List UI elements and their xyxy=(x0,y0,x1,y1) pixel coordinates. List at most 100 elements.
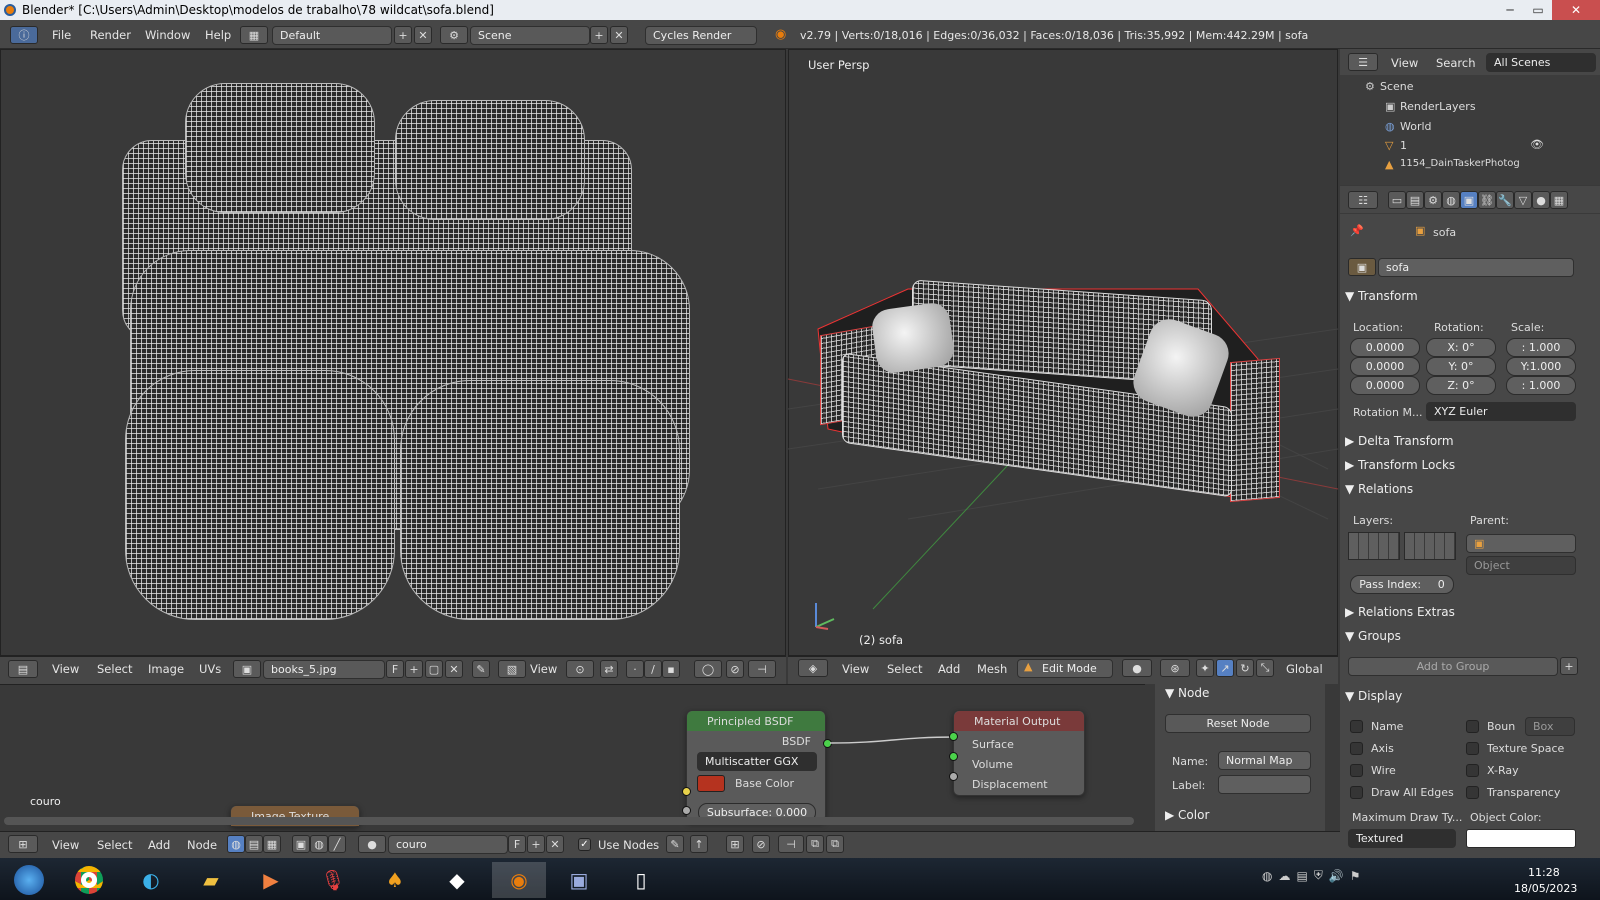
subsurface-socket[interactable] xyxy=(682,806,691,815)
bounds-type-select[interactable]: Box xyxy=(1525,717,1575,736)
display-bounds-checkbox[interactable] xyxy=(1466,720,1479,733)
snap-target-icon[interactable]: ⊣ xyxy=(748,660,776,678)
object-browse-icon[interactable]: ▣ xyxy=(1348,258,1376,276)
texture-tab-icon[interactable]: ▦ xyxy=(1550,191,1568,209)
render-tab-icon[interactable]: ▭ xyxy=(1388,191,1406,209)
layers-grid-right[interactable] xyxy=(1404,532,1456,560)
notepad-taskbar-button[interactable]: ▯ xyxy=(614,862,668,898)
vertex-select-icon[interactable]: · xyxy=(626,660,644,678)
system-tray[interactable]: ◍ ☁ ▤ ⛨ 🔊 ⚑ xyxy=(1262,868,1361,883)
object-tab-icon[interactable]: ▣ xyxy=(1460,191,1478,209)
3d-menu-view[interactable]: View xyxy=(842,662,869,676)
app-taskbar-button[interactable]: ♠ xyxy=(368,862,422,898)
unlink-image-icon[interactable]: ✕ xyxy=(445,660,463,678)
outliner-filter-select[interactable]: All Scenes xyxy=(1486,53,1596,72)
rotation-mode-select[interactable]: XYZ Euler xyxy=(1426,402,1576,421)
layers-grid-left[interactable] xyxy=(1348,532,1400,560)
editor-type-3d-icon[interactable]: ◈ xyxy=(798,659,828,677)
snap-mode-icon[interactable]: ⊣ xyxy=(778,835,804,853)
3d-menu-mesh[interactable]: Mesh xyxy=(977,662,1007,676)
proportional-edit-icon[interactable]: ◯ xyxy=(694,660,722,678)
pivot-point-icon[interactable]: ⊛ xyxy=(1160,659,1190,677)
chrome-taskbar-button[interactable] xyxy=(62,862,116,898)
menu-help[interactable]: Help xyxy=(205,28,231,42)
scale-manipulator-icon[interactable]: ⤡ xyxy=(1256,659,1274,677)
parent-field[interactable]: ▣ xyxy=(1466,534,1576,553)
add-scene-icon[interactable]: + xyxy=(590,26,608,44)
distribution-select[interactable]: Multiscatter GGX xyxy=(697,752,817,771)
unity-taskbar-button[interactable]: ◆ xyxy=(430,862,484,898)
data-tab-icon[interactable]: ▽ xyxy=(1514,191,1532,209)
node-editor-scrollbar[interactable] xyxy=(4,817,1134,825)
location-y-field[interactable]: 0.0000 xyxy=(1350,357,1420,376)
clock-date[interactable]: 18/05/2023 xyxy=(1514,882,1577,895)
face-select-icon[interactable]: ▪ xyxy=(662,660,680,678)
add-layout-icon[interactable]: + xyxy=(394,26,412,44)
volume-socket[interactable] xyxy=(949,752,958,761)
render-layers-tab-icon[interactable]: ▤ xyxy=(1406,191,1424,209)
rotate-manipulator-icon[interactable]: ↻ xyxy=(1236,659,1254,677)
pin-icon[interactable]: 📌 xyxy=(1350,224,1364,237)
node-menu-select[interactable]: Select xyxy=(97,838,132,852)
max-draw-type-select[interactable]: Textured xyxy=(1348,829,1456,848)
use-nodes-checkbox[interactable]: ✓ xyxy=(578,838,591,851)
display-xray-checkbox[interactable] xyxy=(1466,764,1479,777)
sync-selection-icon[interactable]: ⇄ xyxy=(600,660,618,678)
outliner-item-renderlayers[interactable]: RenderLayers xyxy=(1400,100,1476,113)
3d-menu-add[interactable]: Add xyxy=(938,662,960,676)
delta-transform-section[interactable]: ▶ Delta Transform xyxy=(1345,434,1454,448)
rotation-y-field[interactable]: Y: 0° xyxy=(1426,357,1496,376)
add-group-icon[interactable]: + xyxy=(1560,657,1578,675)
material-browse-icon[interactable]: ● xyxy=(358,835,386,853)
minimize-button[interactable]: ─ xyxy=(1496,0,1524,20)
world-tab-icon[interactable]: ◍ xyxy=(1442,191,1460,209)
clock-time[interactable]: 11:28 xyxy=(1528,866,1560,879)
display-section[interactable]: ▼ Display xyxy=(1345,689,1402,703)
editor-type-info-icon[interactable]: ⓘ xyxy=(10,26,38,44)
rotation-z-field[interactable]: Z: 0° xyxy=(1426,376,1496,395)
close-button[interactable]: ✕ xyxy=(1552,0,1600,20)
object-shader-icon[interactable]: ▣ xyxy=(292,835,310,853)
node-name-field[interactable]: Normal Map xyxy=(1218,751,1311,770)
paste-nodes-icon[interactable]: ⧉ xyxy=(826,835,844,853)
translate-manipulator-icon[interactable]: ↗ xyxy=(1216,659,1234,677)
node-color-section[interactable]: ▶ Color xyxy=(1165,808,1209,822)
rotation-x-field[interactable]: X: 0° xyxy=(1426,338,1496,357)
display-axis-checkbox[interactable] xyxy=(1350,742,1363,755)
transform-locks-section[interactable]: ▶ Transform Locks xyxy=(1345,458,1455,472)
display-texture-space-checkbox[interactable] xyxy=(1466,742,1479,755)
viewport-shading-icon[interactable]: ● xyxy=(1122,659,1152,677)
image-browse-icon[interactable]: ▣ xyxy=(233,660,261,678)
transform-section-title[interactable]: ▼ Transform xyxy=(1345,289,1418,303)
image-name-field[interactable]: books_5.jpg xyxy=(263,660,385,679)
linestyle-shader-icon[interactable]: ╱ xyxy=(328,835,346,853)
display-all-edges-checkbox[interactable] xyxy=(1350,786,1363,799)
outliner-menu-view[interactable]: View xyxy=(1391,56,1418,70)
editor-type-properties-icon[interactable]: ☷ xyxy=(1348,191,1378,209)
open-image-icon[interactable]: ▢ xyxy=(425,660,443,678)
explorer-taskbar-button[interactable]: ▰ xyxy=(184,862,238,898)
location-z-field[interactable]: 0.0000 xyxy=(1350,376,1420,395)
groups-section[interactable]: ▼ Groups xyxy=(1345,629,1401,643)
uv-menu-view[interactable]: View xyxy=(52,662,79,676)
shader-nodes-icon[interactable]: ◍ xyxy=(227,835,245,853)
pass-index-field[interactable]: Pass Index: 0 xyxy=(1350,575,1454,594)
base-color-swatch[interactable] xyxy=(697,775,725,792)
scale-y-field[interactable]: Y:1.000 xyxy=(1506,357,1576,376)
new-material-icon[interactable]: + xyxy=(527,835,545,853)
remove-layout-icon[interactable]: ✕ xyxy=(414,26,432,44)
add-to-group-button[interactable]: Add to Group xyxy=(1348,657,1558,676)
snap-element-icon[interactable]: ⊘ xyxy=(752,835,770,853)
scene-icon[interactable]: ⚙ xyxy=(440,26,468,44)
uv-view-select[interactable]: View xyxy=(530,662,557,676)
menu-window[interactable]: Window xyxy=(145,28,190,42)
pin-icon[interactable]: ✎ xyxy=(472,660,490,678)
parent-type-select[interactable]: Object xyxy=(1466,556,1576,575)
scene-tab-icon[interactable]: ⚙ xyxy=(1424,191,1442,209)
fake-user-button[interactable]: F xyxy=(386,660,404,678)
visibility-eye-icon[interactable]: 👁 xyxy=(1530,138,1544,151)
node-panel-title[interactable]: ▼ Node xyxy=(1165,686,1209,700)
render-engine-select[interactable]: Cycles Render xyxy=(645,26,757,45)
scale-x-field[interactable]: : 1.000 xyxy=(1506,338,1576,357)
maximize-button[interactable]: ▭ xyxy=(1524,0,1552,20)
